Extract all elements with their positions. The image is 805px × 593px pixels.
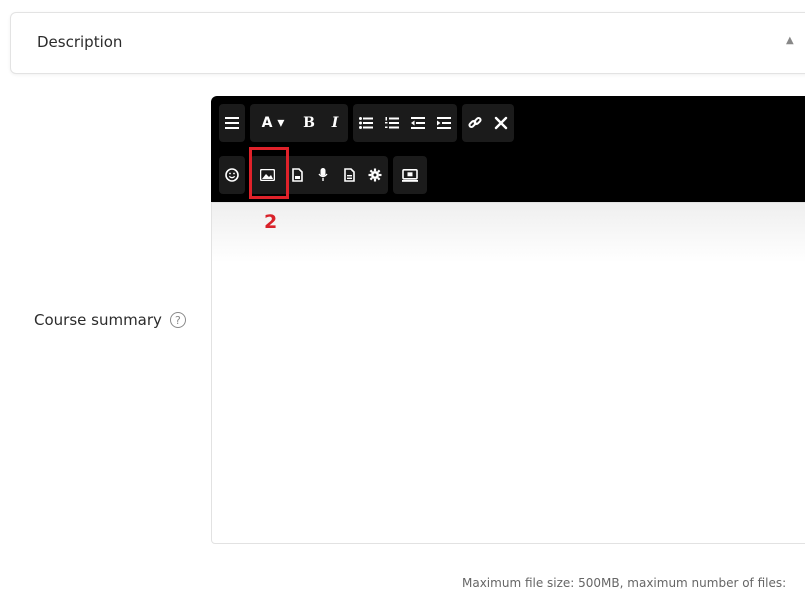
toolbar-group-insert [219, 156, 245, 194]
step-marker: 2 [264, 211, 278, 233]
file-limits-note: Maximum file size: 500MB, maximum number… [462, 576, 787, 590]
bold-icon[interactable]: B [296, 104, 322, 142]
settings-icon[interactable] [362, 156, 388, 194]
editor-top-shadow [212, 203, 805, 263]
toolbar-group-format: A ▾ B I [250, 104, 348, 142]
screen-record-icon[interactable] [393, 156, 427, 194]
font-style-icon[interactable]: A ▾ [250, 104, 296, 142]
outdent-icon[interactable] [405, 104, 431, 142]
image-icon[interactable] [250, 156, 284, 194]
toolbar-row-2 [219, 156, 427, 194]
course-summary-text: Course summary [34, 311, 162, 329]
ordered-list-icon[interactable] [379, 104, 405, 142]
link-icon[interactable] [462, 104, 488, 142]
question-circle-icon[interactable]: ? [169, 312, 186, 328]
toolbar-row-1: A ▾ B I [219, 104, 514, 142]
description-title: Description [37, 33, 123, 51]
indent-icon[interactable] [431, 104, 457, 142]
caret-up-icon[interactable]: ▲ [786, 35, 794, 46]
course-summary-label: Course summary ? [34, 311, 186, 329]
course-summary-editor[interactable] [211, 202, 805, 544]
media-icon[interactable] [284, 156, 310, 194]
toolbar-group-menu [219, 104, 245, 142]
toolbar-group-links [462, 104, 514, 142]
manage-files-icon[interactable] [336, 156, 362, 194]
toolbar-group-screen [393, 156, 427, 194]
toolbar-group-media [250, 156, 388, 194]
emoji-icon[interactable] [219, 156, 245, 194]
unlink-icon[interactable] [488, 104, 514, 142]
editor-toolbar: A ▾ B I [211, 96, 805, 202]
record-audio-icon[interactable] [310, 156, 336, 194]
menu-icon[interactable] [219, 104, 245, 142]
unordered-list-icon[interactable] [353, 104, 379, 142]
description-section-header[interactable]: Description ▲ [10, 12, 805, 74]
toolbar-group-lists [353, 104, 457, 142]
italic-icon[interactable]: I [322, 104, 348, 142]
